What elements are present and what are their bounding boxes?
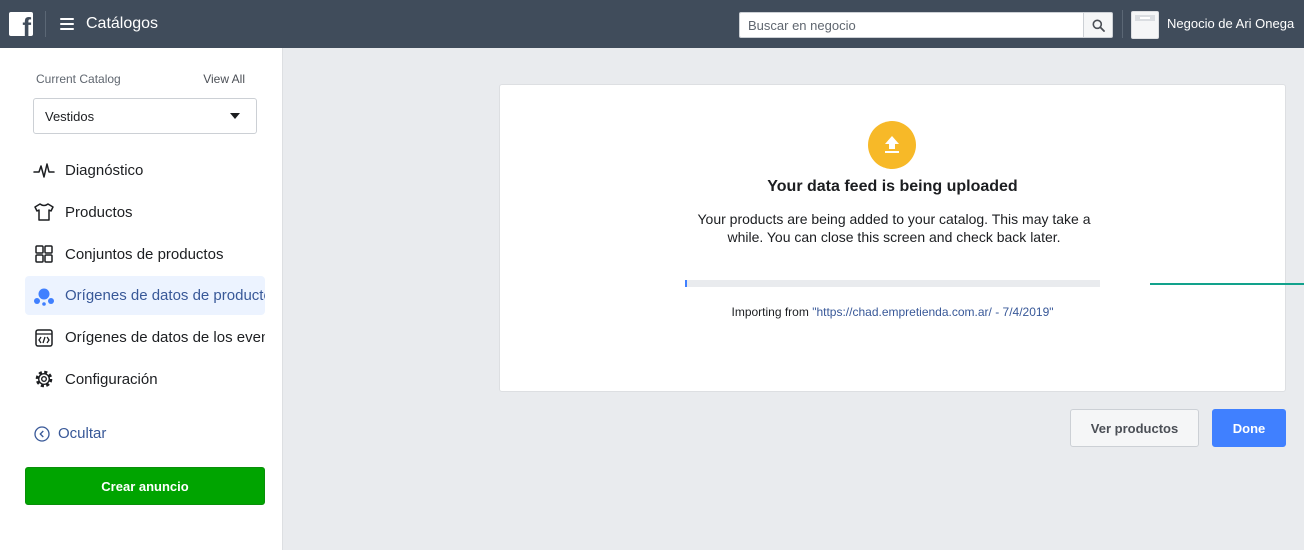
facebook-logo-icon[interactable]: f xyxy=(9,12,33,36)
grid-icon xyxy=(33,243,55,265)
sidebar-item-label: Productos xyxy=(65,203,133,221)
current-catalog-label: Current Catalog xyxy=(36,72,121,86)
import-prefix: Importing from xyxy=(731,305,813,319)
catalog-selected-value: Vestidos xyxy=(45,108,95,124)
upload-progress-bar xyxy=(685,280,1100,287)
code-window-icon xyxy=(33,327,55,349)
topbar-divider xyxy=(45,11,46,37)
search-box xyxy=(739,12,1113,38)
topbar-divider xyxy=(1122,10,1123,38)
sidebar-item-configuracion[interactable]: Configuración xyxy=(25,360,265,399)
business-name[interactable]: Negocio de Ari Onega xyxy=(1167,16,1294,31)
sidebar-item-origenes-productos[interactable]: Orígenes de datos de productos xyxy=(25,276,265,316)
catalog-select[interactable]: Vestidos xyxy=(33,98,257,134)
decorative-green-line xyxy=(1150,283,1304,285)
upload-status-card: Your data feed is being uploaded Your pr… xyxy=(499,84,1286,392)
chevron-left-circle-icon xyxy=(34,425,50,442)
gear-icon xyxy=(33,368,55,390)
view-all-link[interactable]: View All xyxy=(203,72,245,86)
sidebar-item-label: Conjuntos de productos xyxy=(65,245,224,263)
done-button[interactable]: Done xyxy=(1212,409,1286,447)
upload-description: Your products are being added to your ca… xyxy=(697,211,1091,245)
upload-title: Your data feed is being uploaded xyxy=(767,178,1018,195)
sidebar-item-label: Orígenes de datos de los eventos xyxy=(65,329,265,347)
upload-progress-fill xyxy=(685,280,688,287)
business-avatar[interactable] xyxy=(1131,11,1159,39)
sidebar-item-diagnostico[interactable]: Diagnóstico xyxy=(25,151,265,190)
sidebar-item-origenes-eventos[interactable]: Orígenes de datos de los eventos xyxy=(25,318,265,357)
sidebar-item-label: Diagnóstico xyxy=(65,162,144,179)
hamburger-menu-icon[interactable] xyxy=(60,18,74,30)
import-source-line: Importing from "https://chad.empretienda… xyxy=(500,305,1285,319)
view-products-button[interactable]: Ver productos xyxy=(1070,409,1199,447)
caret-down-icon xyxy=(230,113,240,119)
hide-sidebar-link[interactable]: Ocultar xyxy=(34,425,106,442)
sidebar-item-label: Configuración xyxy=(65,370,158,388)
pulse-icon xyxy=(33,160,55,182)
app-title[interactable]: Catálogos xyxy=(86,15,158,33)
data-sources-icon xyxy=(33,285,55,307)
sidebar-nav: Diagnóstico Productos Conjuntos de produ… xyxy=(25,151,265,402)
sidebar-item-productos[interactable]: Productos xyxy=(25,193,265,232)
import-source-link[interactable]: "https://chad.empretienda.com.ar/ - 7/4/… xyxy=(812,305,1053,319)
shirt-icon xyxy=(33,201,55,223)
sidebar-item-conjuntos[interactable]: Conjuntos de productos xyxy=(25,235,265,274)
create-ad-button[interactable]: Crear anuncio xyxy=(25,467,265,505)
current-catalog-header: Current Catalog View All xyxy=(36,72,245,86)
search-icon xyxy=(1092,19,1105,32)
hide-label: Ocultar xyxy=(58,425,107,442)
sidebar: Current Catalog View All Vestidos Diagnó… xyxy=(0,48,283,550)
upload-icon xyxy=(868,121,916,169)
search-button[interactable] xyxy=(1083,12,1113,38)
search-input[interactable] xyxy=(739,12,1083,38)
sidebar-item-label: Orígenes de datos de productos xyxy=(65,287,265,305)
